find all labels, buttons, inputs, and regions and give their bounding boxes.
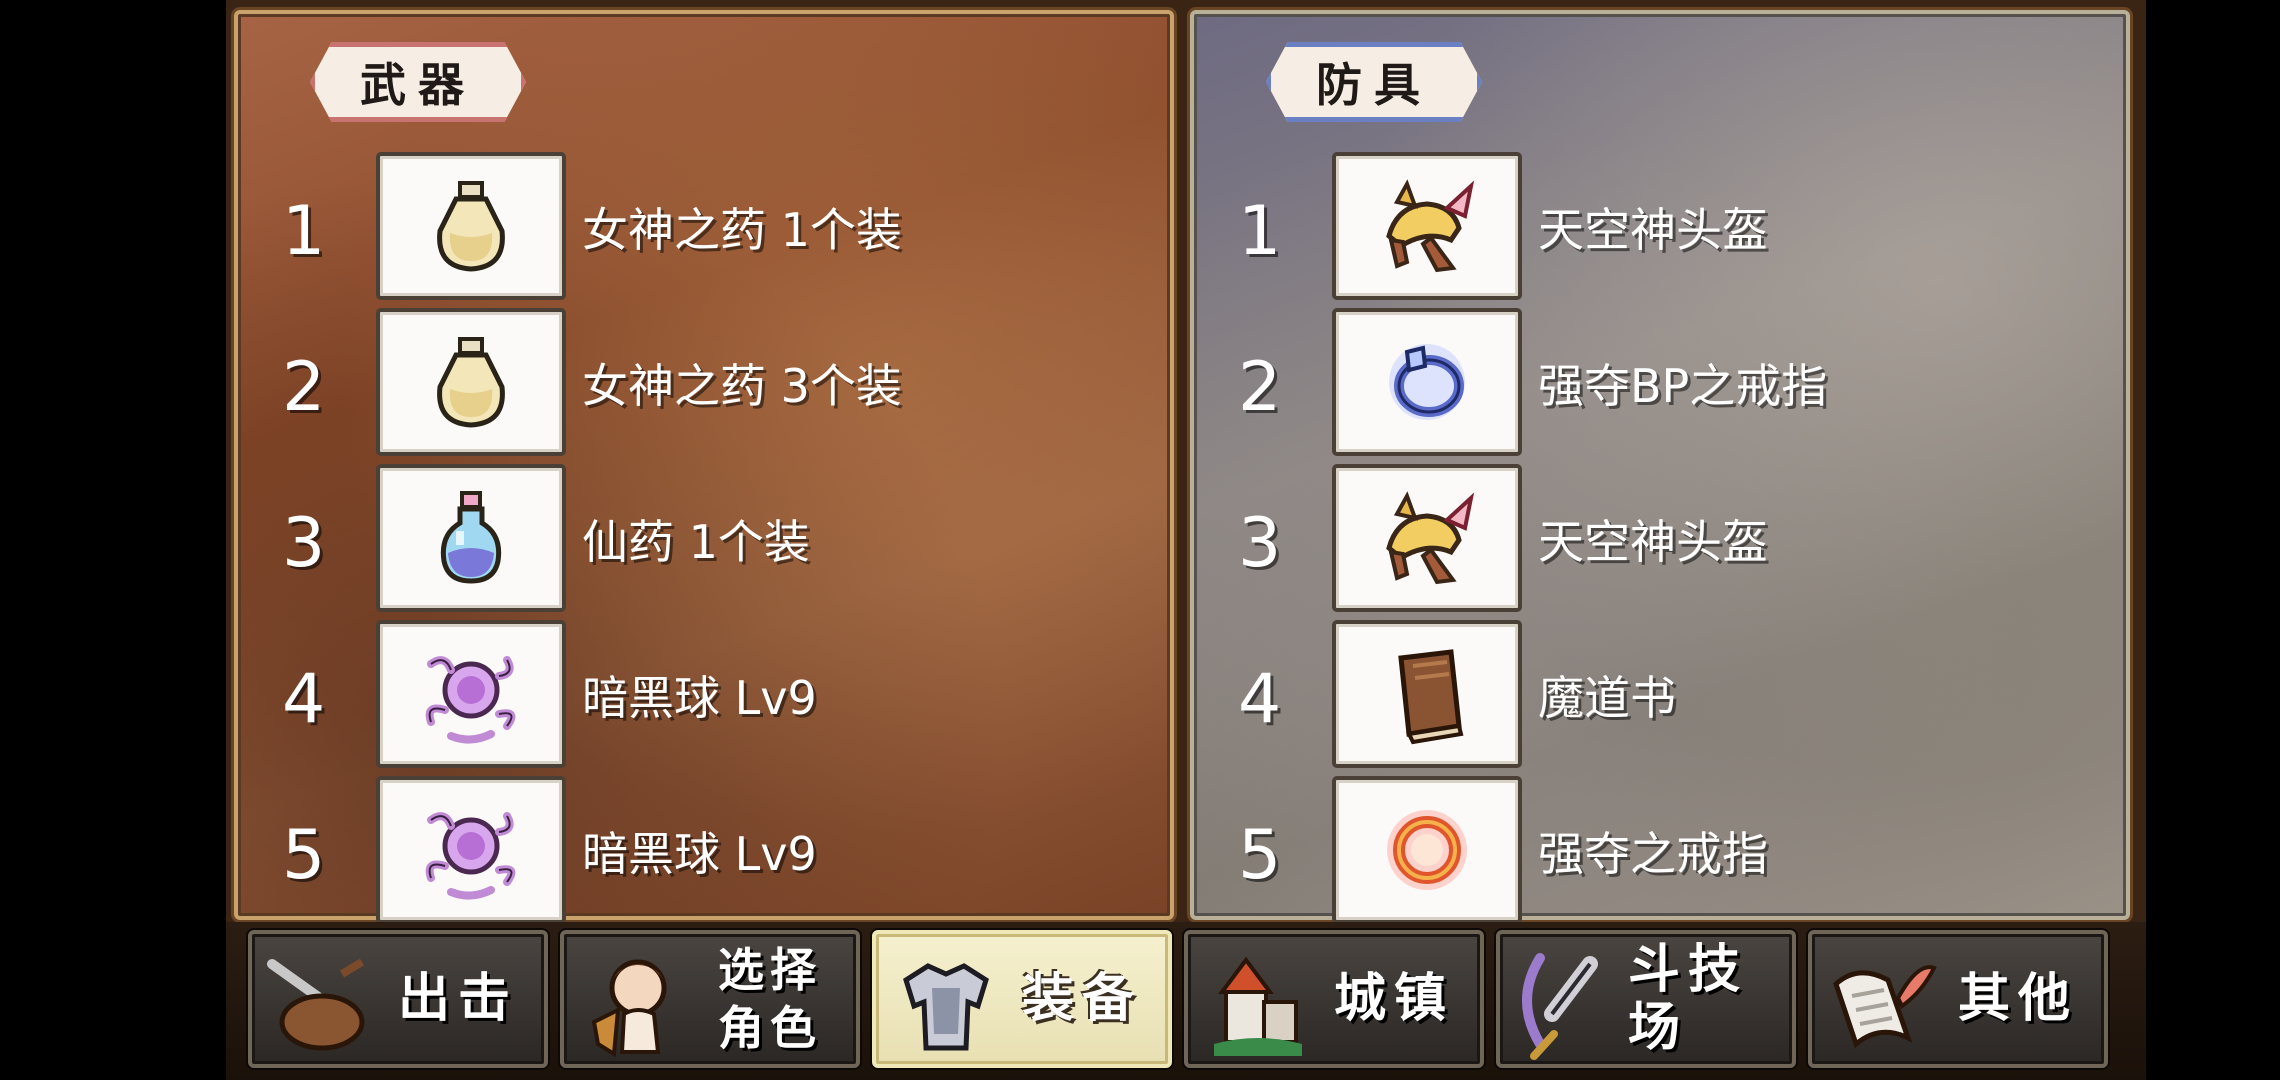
nav-select-line2: 角色 — [718, 1001, 822, 1055]
winged-helmet-icon — [1386, 179, 1475, 273]
nav-arena-label: 斗技场 — [1628, 940, 1749, 1058]
arena-scythe-icon — [1522, 953, 1598, 1060]
castle-town-icon — [1214, 956, 1302, 1056]
item-name: 天空神头盔 — [1538, 515, 1768, 569]
nav-select-character-label: 选择 角色 — [692, 934, 848, 1064]
nav-select-character-button[interactable]: 选择 角色 — [560, 930, 860, 1068]
item-slot[interactable] — [1332, 776, 1522, 924]
elixir-icon — [440, 491, 502, 584]
nav-other-label: 其他 — [1957, 969, 2078, 1029]
item-name: 天空神头盔 — [1538, 203, 1768, 257]
potion-bottle-icon — [437, 337, 505, 428]
armor-slot-row[interactable]: 1 天空神头盔 — [1194, 152, 2126, 300]
item-name: 魔道书 — [1538, 671, 1676, 725]
item-name: 暗黑球 Lv9 — [582, 827, 817, 881]
item-name: 暗黑球 Lv9 — [582, 671, 817, 725]
weapons-panel: 武器 1 女神之药 1个装 2 女神之药 3个装 3 仙药 1个装 4 暗黑球 … — [234, 10, 1174, 924]
armor-slot-row[interactable]: 2 强夺BP之戒指 — [1194, 308, 2126, 456]
blue-ring-icon — [1389, 344, 1465, 420]
sword-shield-icon — [267, 958, 365, 1051]
slot-number: 4 — [1238, 660, 1282, 739]
dark-orb-icon — [425, 656, 516, 744]
item-name: 强夺之戒指 — [1538, 827, 1768, 881]
nav-equip-button[interactable]: 装备 — [872, 930, 1172, 1068]
dark-orb-icon — [425, 812, 516, 900]
item-slot[interactable] — [376, 776, 566, 924]
nav-select-line1: 选择 — [718, 943, 822, 997]
slot-number: 2 — [1238, 348, 1282, 427]
red-ring-icon — [1387, 810, 1467, 890]
item-slot[interactable] — [1332, 464, 1522, 612]
weapon-slot-row[interactable]: 4 暗黑球 Lv9 — [238, 620, 1170, 768]
winged-helmet-icon — [1386, 491, 1475, 585]
scroll-quill-icon — [1833, 965, 1937, 1049]
potion-bottle-icon — [437, 181, 505, 272]
nav-sortie-label: 出击 — [397, 969, 518, 1029]
weapons-header: 武器 — [274, 28, 526, 122]
weapon-slot-row[interactable]: 2 女神之药 3个装 — [238, 308, 1170, 456]
weapon-slot-row[interactable]: 1 女神之药 1个装 — [238, 152, 1170, 300]
slot-number: 3 — [282, 504, 326, 583]
item-slot[interactable] — [376, 464, 566, 612]
nav-other-button[interactable]: 其他 — [1808, 930, 2108, 1068]
weapon-slot-row[interactable]: 5 暗黑球 Lv9 — [238, 776, 1170, 924]
item-slot[interactable] — [376, 308, 566, 456]
item-slot[interactable] — [376, 620, 566, 768]
slot-number: 1 — [282, 192, 326, 271]
nav-sortie-button[interactable]: 出击 — [248, 930, 548, 1068]
slot-number: 5 — [1238, 816, 1282, 895]
item-slot[interactable] — [376, 152, 566, 300]
item-name: 女神之药 3个装 — [582, 359, 902, 413]
slot-number: 2 — [282, 348, 326, 427]
weapons-title: 武器 — [310, 42, 526, 122]
slot-number: 3 — [1238, 504, 1282, 583]
armor-slot-row[interactable]: 3 天空神头盔 — [1194, 464, 2126, 612]
slot-number: 1 — [1238, 192, 1282, 271]
armor-panel: 防具 1 天空神头盔 2 强夺BP之戒指 3 天空神头盔 4 魔道书 5 强夺之… — [1190, 10, 2130, 924]
bottom-nav: 出击 选择 角色 装备 城镇 斗技场 其他 — [226, 922, 2146, 1080]
item-name: 仙药 1个装 — [582, 515, 810, 569]
game-screen: 武器 1 女神之药 1个装 2 女神之药 3个装 3 仙药 1个装 4 暗黑球 … — [226, 0, 2146, 1080]
armor-slot-row[interactable]: 4 魔道书 — [1194, 620, 2126, 768]
nav-equip-label: 装备 — [1021, 969, 1142, 1029]
spellbook-icon — [1398, 649, 1464, 745]
nav-town-label: 城镇 — [1333, 969, 1454, 1029]
character-portrait-icon — [591, 959, 667, 1058]
item-name: 强夺BP之戒指 — [1538, 359, 1828, 413]
weapon-slot-row[interactable]: 3 仙药 1个装 — [238, 464, 1170, 612]
armor-slot-row[interactable]: 5 强夺之戒指 — [1194, 776, 2126, 924]
nav-arena-button[interactable]: 斗技场 — [1496, 930, 1796, 1068]
armor-header: 防具 — [1230, 28, 1482, 122]
item-name: 女神之药 1个装 — [582, 203, 902, 257]
item-slot[interactable] — [1332, 308, 1522, 456]
item-slot[interactable] — [1332, 620, 1522, 768]
armor-chestplate-icon — [903, 963, 989, 1051]
nav-town-button[interactable]: 城镇 — [1184, 930, 1484, 1068]
item-slot[interactable] — [1332, 152, 1522, 300]
slot-number: 5 — [282, 816, 326, 895]
slot-number: 4 — [282, 660, 326, 739]
armor-title: 防具 — [1266, 42, 1482, 122]
